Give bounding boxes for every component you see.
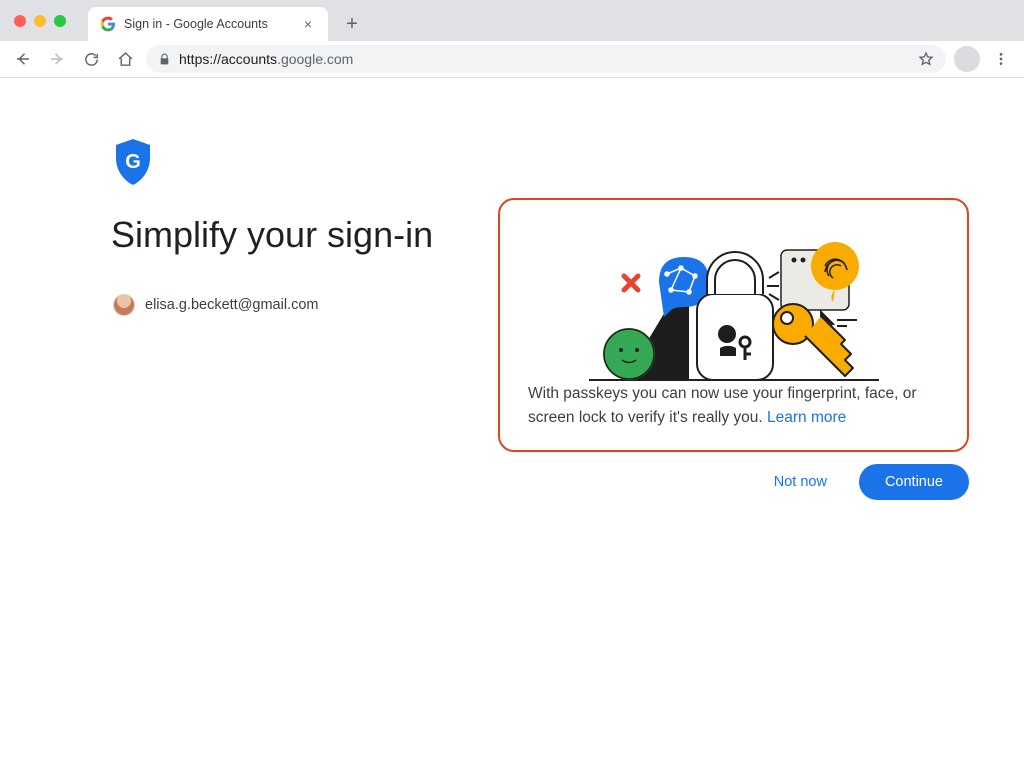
new-tab-button[interactable]: +: [338, 10, 366, 38]
url-text: https://accounts.google.com: [179, 51, 353, 67]
passkey-illustration: [528, 218, 939, 382]
browser-tab-strip: Sign in - Google Accounts × +: [0, 0, 1024, 41]
google-favicon-icon: [100, 16, 116, 32]
home-button[interactable]: [112, 46, 138, 72]
user-email: elisa.g.beckett@gmail.com: [145, 297, 318, 313]
address-bar[interactable]: https://accounts.google.com: [146, 45, 946, 73]
window-zoom-button[interactable]: [54, 15, 66, 27]
chrome-menu-button[interactable]: [988, 46, 1014, 72]
card-description: With passkeys you can now use your finge…: [528, 382, 939, 430]
google-shield-icon: G: [113, 138, 153, 186]
page-content: G Simplify your sign-in elisa.g.beckett@…: [0, 78, 1024, 768]
home-icon: [117, 51, 134, 68]
learn-more-link[interactable]: Learn more: [767, 409, 846, 426]
continue-button[interactable]: Continue: [859, 464, 969, 500]
browser-tab[interactable]: Sign in - Google Accounts ×: [88, 7, 328, 41]
lock-icon: [158, 53, 171, 66]
user-avatar-icon: [113, 294, 135, 316]
browser-toolbar: https://accounts.google.com: [0, 41, 1024, 78]
arrow-right-icon: [48, 50, 66, 68]
tab-close-icon[interactable]: ×: [300, 16, 316, 32]
kebab-menu-icon: [993, 51, 1009, 67]
svg-text:G: G: [125, 151, 141, 173]
account-chip[interactable]: elisa.g.beckett@gmail.com: [113, 294, 318, 316]
tab-title: Sign in - Google Accounts: [124, 17, 292, 31]
reload-button[interactable]: [78, 46, 104, 72]
reload-icon: [83, 51, 100, 68]
passkey-card: With passkeys you can now use your finge…: [498, 198, 969, 452]
not-now-button[interactable]: Not now: [770, 466, 831, 498]
action-buttons: Not now Continue: [770, 464, 969, 500]
profile-avatar-button[interactable]: [954, 46, 980, 72]
arrow-left-icon: [14, 50, 32, 68]
window-traffic-lights: [0, 0, 80, 41]
bookmark-star-icon[interactable]: [918, 51, 934, 67]
back-button[interactable]: [10, 46, 36, 72]
page-heading: Simplify your sign-in: [111, 214, 433, 256]
window-minimize-button[interactable]: [34, 15, 46, 27]
forward-button[interactable]: [44, 46, 70, 72]
window-close-button[interactable]: [14, 15, 26, 27]
